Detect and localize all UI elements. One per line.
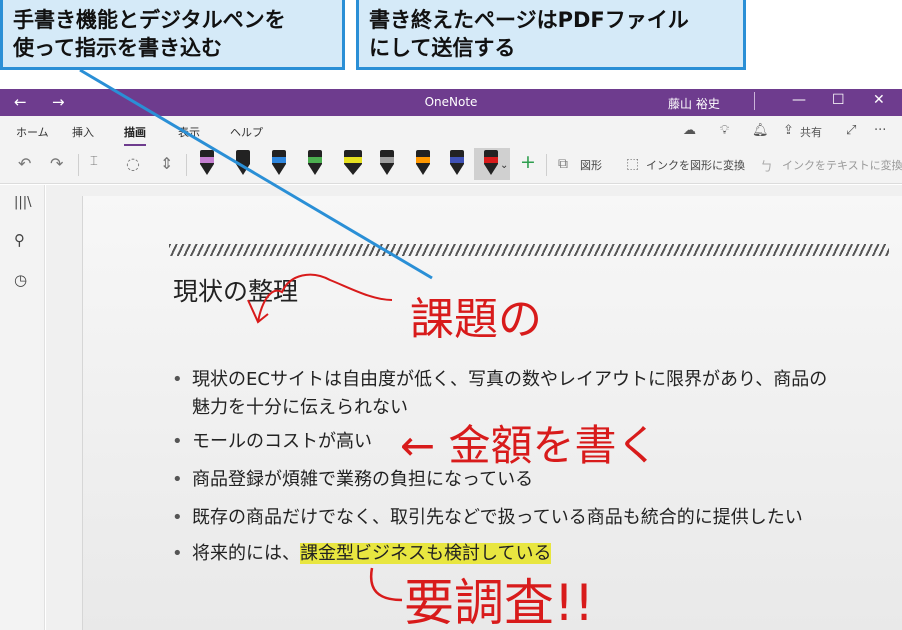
callout-pointer-line bbox=[79, 68, 433, 280]
ink-scribble bbox=[257, 273, 393, 323]
ink-layer: 課題の ← 金額を書く 要調査!! bbox=[79, 68, 659, 630]
ink-note-amount: ← 金額を書く bbox=[400, 421, 659, 470]
ink-note-kadai: 課題の bbox=[410, 294, 542, 345]
ink-note-investigate: 要調査!! bbox=[404, 574, 594, 630]
ink-scribble bbox=[369, 567, 403, 602]
screenshot: 手書き機能とデジタルペンを 使って指示を書き込む 書き終えたページはPDFファイ… bbox=[0, 0, 902, 630]
